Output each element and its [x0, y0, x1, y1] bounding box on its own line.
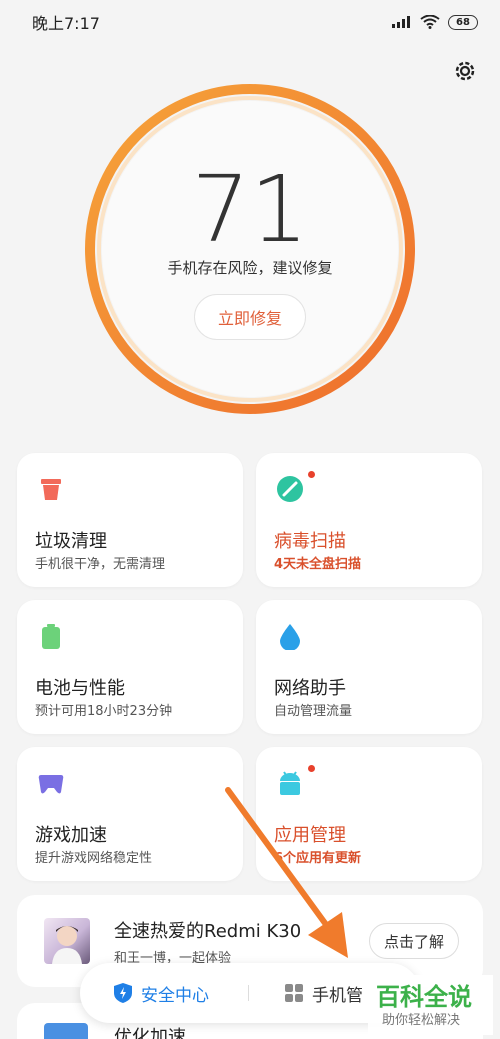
- watermark-subtitle: 助你轻松解决: [382, 1013, 461, 1028]
- notification-dot: [308, 471, 315, 478]
- tab-phone-manager[interactable]: 手机管: [284, 963, 363, 1023]
- tab-divider: [248, 985, 249, 1001]
- gear-icon: [455, 61, 475, 81]
- shield-icon: [114, 983, 132, 1003]
- battery-indicator: 68: [448, 14, 478, 30]
- card-game-boost[interactable]: 游戏加速 提升游戏网络稳定性: [17, 747, 243, 881]
- trash-icon: [41, 479, 61, 500]
- battery-icon: [42, 624, 60, 649]
- status-bar: 晚上7:17 68: [0, 0, 500, 44]
- notification-dot: [308, 765, 315, 772]
- status-icons: 68: [392, 14, 478, 30]
- settings-button[interactable]: [450, 56, 480, 86]
- card-title: 网络助手: [274, 678, 346, 699]
- status-time: 晚上7:17: [32, 14, 100, 33]
- card-app-management[interactable]: 应用管理 6个应用有更新: [256, 747, 482, 881]
- promo-title: 全速热爱的Redmi K30: [114, 921, 302, 942]
- watermark-title: 百科全说: [376, 983, 472, 1011]
- promo-avatar: [44, 918, 90, 964]
- score-description: 手机存在风险，建议修复: [167, 259, 333, 277]
- card-subtitle: 自动管理流量: [274, 704, 353, 719]
- card-junk-clean[interactable]: 垃圾清理 手机很干净，无需清理: [17, 453, 243, 587]
- card-title: 应用管理: [274, 825, 346, 846]
- card-title: 垃圾清理: [35, 531, 107, 552]
- grid-icon: [285, 984, 303, 1002]
- tab-label: 安全中心: [141, 985, 209, 1006]
- card-subtitle: 提升游戏网络稳定性: [35, 851, 153, 866]
- security-score: 71: [191, 156, 309, 263]
- card-title: 病毒扫描: [274, 531, 346, 552]
- watermark: 百科全说 助你轻松解决: [368, 975, 493, 1035]
- tab-security-center[interactable]: 安全中心: [113, 963, 209, 1023]
- wifi-icon: [420, 15, 440, 29]
- card-title: 电池与性能: [35, 678, 125, 699]
- card-subtitle: 手机很干净，无需清理: [35, 557, 166, 572]
- card-battery-performance[interactable]: 电池与性能 预计可用18小时23分钟: [17, 600, 243, 734]
- card-subtitle: 预计可用18小时23分钟: [35, 704, 173, 719]
- card-subtitle: 4天未全盘扫描: [274, 557, 362, 572]
- fix-now-button[interactable]: 立即修复: [194, 294, 306, 340]
- tab-label: 手机管: [312, 985, 363, 1006]
- person-image-icon: [52, 926, 82, 964]
- signal-icon: [392, 16, 410, 28]
- learn-more-button[interactable]: 点击了解: [369, 923, 459, 959]
- card-title: 游戏加速: [35, 825, 107, 846]
- card-title: 优化加速: [114, 1027, 186, 1039]
- card-subtitle: 6个应用有更新: [274, 851, 362, 866]
- virus-scan-icon: [277, 476, 303, 502]
- water-drop-icon: [280, 624, 300, 650]
- gamepad-icon: [38, 775, 64, 794]
- card-virus-scan[interactable]: 病毒扫描 4天未全盘扫描: [256, 453, 482, 587]
- card-network-assistant[interactable]: 网络助手 自动管理流量: [256, 600, 482, 734]
- android-icon: [280, 771, 300, 795]
- optimize-icon: [44, 1023, 88, 1039]
